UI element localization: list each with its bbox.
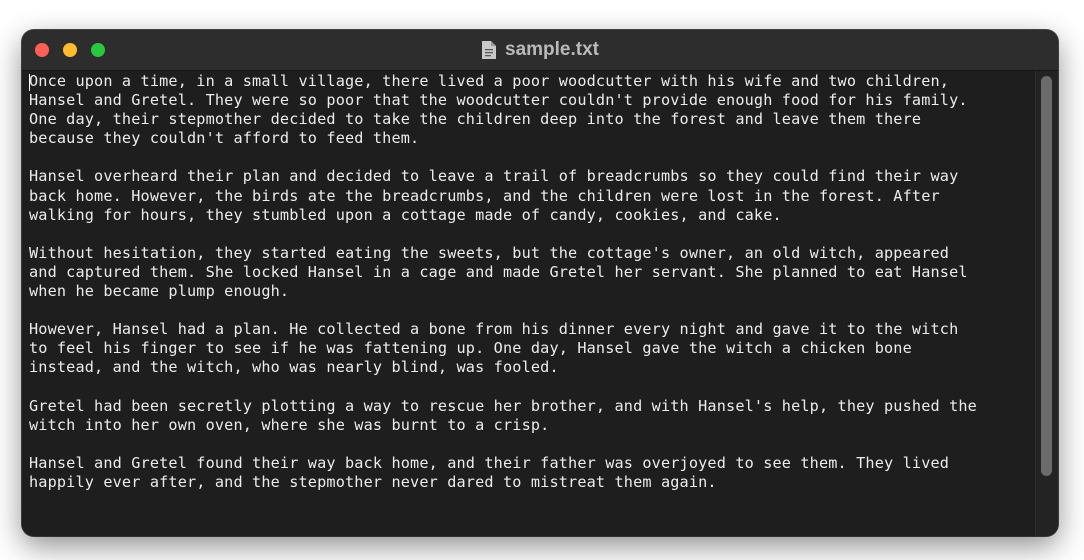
- document-text[interactable]: Once upon a time, in a small village, th…: [29, 72, 1036, 492]
- text-editor-area[interactable]: Once upon a time, in a small village, th…: [22, 71, 1036, 536]
- paragraph: Hansel and Gretel found their way back h…: [29, 453, 950, 491]
- scrollbar-thumb[interactable]: [1041, 76, 1052, 476]
- text-cursor: [29, 74, 30, 91]
- paragraph: Hansel overheard their plan and decided …: [29, 167, 959, 224]
- paragraph: However, Hansel had a plan. He collected…: [29, 320, 959, 377]
- text-editor-window: sample.txt Once upon a time, in a small …: [22, 30, 1058, 536]
- paragraph: Without hesitation, they started eating …: [29, 243, 968, 301]
- title-bar[interactable]: sample.txt: [22, 30, 1058, 71]
- window-title-text: sample.txt: [505, 39, 599, 60]
- paragraph: Gretel had been secretly plotting a way …: [29, 396, 977, 434]
- window-title: sample.txt: [22, 30, 1058, 70]
- paragraph: Once upon a time, in a small village, th…: [29, 72, 968, 148]
- document-icon: [482, 41, 496, 59]
- vertical-scrollbar[interactable]: [1035, 71, 1058, 536]
